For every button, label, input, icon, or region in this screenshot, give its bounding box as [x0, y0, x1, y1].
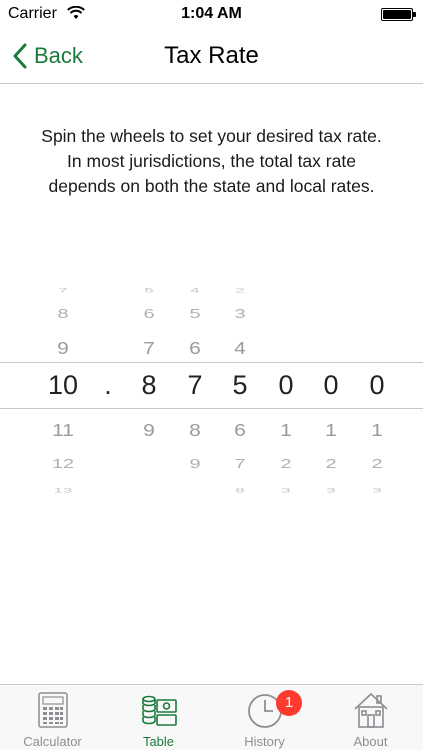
wheel-option: 12	[51, 456, 75, 472]
wheel-selected-value: 10	[47, 370, 79, 400]
tab-about-label: About	[353, 734, 388, 749]
tab-table-label: Table	[142, 734, 175, 749]
tab-calculator-label: Calculator	[23, 734, 82, 749]
wheel-option: 13	[53, 487, 73, 494]
status-bar: Carrier 1:04 AM	[0, 0, 423, 28]
wheel-option: 3	[234, 306, 246, 322]
wheel-option: 2	[371, 456, 383, 472]
wheel-option: 4	[234, 338, 246, 359]
battery-icon	[381, 8, 416, 21]
wheel-option: 8	[57, 306, 69, 322]
wheel-option: 9	[57, 338, 69, 359]
wheel-option: 3	[372, 487, 382, 494]
tab-bar: Calculator Table History About	[0, 684, 423, 750]
wheel-option: 7	[58, 287, 68, 294]
wheel-option: 2	[235, 287, 245, 294]
clock-time: 1:04 AM	[181, 5, 242, 22]
tab-history-label: History	[244, 734, 285, 749]
tab-history[interactable]: History	[212, 685, 317, 750]
instructions-text: Spin the wheels to set your desired tax …	[41, 126, 382, 196]
navigation-bar: Back Tax Rate	[0, 28, 423, 84]
house-icon	[354, 692, 388, 728]
selection-bottom-line	[0, 408, 423, 409]
wheel-option: 1	[371, 420, 383, 441]
decimal-separator-column: .	[104, 260, 112, 506]
tab-about[interactable]: About	[318, 685, 423, 750]
wheel-option: 11	[52, 420, 74, 441]
wheel-selected-value: 0	[369, 370, 385, 400]
tab-table[interactable]: Table	[106, 685, 211, 750]
tab-calculator[interactable]: Calculator	[0, 685, 105, 750]
history-badge: 1	[276, 690, 302, 716]
table-money-icon	[142, 695, 177, 726]
page-title: Tax Rate	[164, 42, 259, 69]
calculator-icon	[38, 692, 68, 728]
selection-top-line	[0, 362, 423, 363]
tax-rate-picker: . 7 8 9 10 11 12 13 5 6 7 8 9 4 5 6 7 8 9 2 3 4 5 6 7 8 0 1 2 3 0 1 2 3 0…	[0, 260, 423, 506]
